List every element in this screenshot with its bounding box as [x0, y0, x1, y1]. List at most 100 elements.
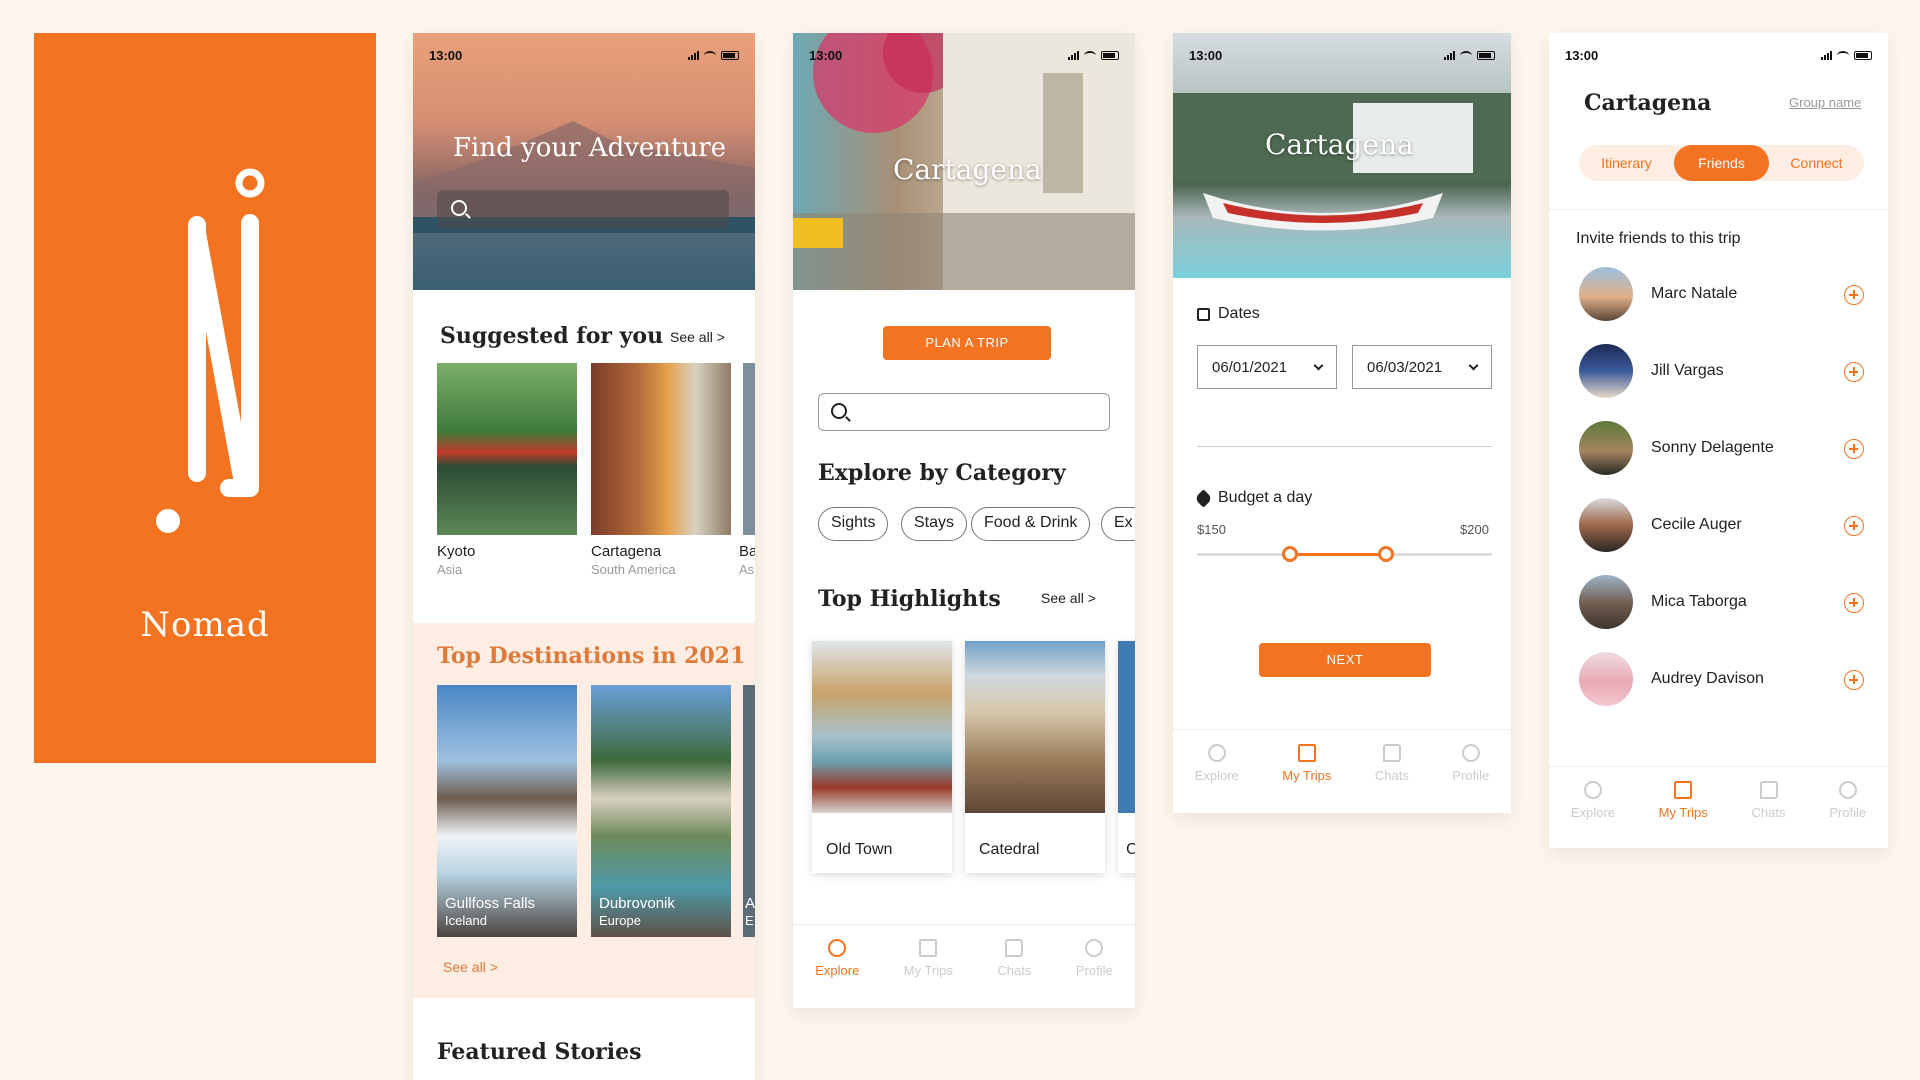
- next-button[interactable]: NEXT: [1259, 643, 1431, 677]
- top-destinations-title: Top Destinations in 2021: [437, 643, 746, 669]
- status-bar: 13:00: [413, 33, 755, 63]
- logo-card: Nomad: [34, 33, 376, 763]
- tab-label: Explore: [1194, 768, 1239, 783]
- suggested-title: Suggested for you: [440, 323, 664, 349]
- battery-icon: [1477, 50, 1495, 60]
- plan-trip-button[interactable]: PLAN A TRIP: [883, 326, 1051, 360]
- suggested-region: South America: [591, 562, 676, 577]
- tab-friends[interactable]: Friends: [1674, 145, 1769, 181]
- tab-label: My Trips: [903, 963, 953, 978]
- tab-explore[interactable]: Explore: [1195, 730, 1239, 813]
- add-friend-icon[interactable]: [1844, 670, 1864, 690]
- avatar: [1579, 575, 1633, 629]
- tab-chats[interactable]: Chats: [1752, 767, 1786, 848]
- date-from-select[interactable]: 06/01/2021: [1197, 345, 1337, 389]
- tab-explore[interactable]: Explore: [815, 925, 859, 1008]
- chip-stays[interactable]: Stays: [901, 507, 968, 541]
- tab-my-trips[interactable]: My Trips: [1659, 767, 1708, 848]
- see-all-suggested[interactable]: See all >: [670, 329, 725, 345]
- status-icons: [1821, 50, 1872, 60]
- wifi-icon: [1460, 50, 1472, 60]
- status-bar: 13:00: [793, 33, 1135, 63]
- highlight-label: Old Town: [826, 841, 893, 858]
- chip-food-drink[interactable]: Food & Drink: [971, 507, 1091, 541]
- tab-my-trips[interactable]: My Trips: [904, 925, 953, 1008]
- calendar-icon: [1197, 307, 1210, 321]
- add-friend-icon[interactable]: [1844, 516, 1864, 536]
- top-region: E: [745, 913, 754, 928]
- tab-label: Chats: [997, 963, 1032, 978]
- tab-chats[interactable]: Chats: [1375, 730, 1409, 813]
- budget-slider-min-handle[interactable]: [1282, 546, 1298, 562]
- dubrovnik-image[interactable]: Dubrovonik Europe: [591, 685, 731, 937]
- tab-label: My Trips: [1658, 805, 1708, 820]
- see-all-highlights[interactable]: See all >: [1041, 590, 1096, 606]
- date-to-select[interactable]: 06/03/2021: [1352, 345, 1492, 389]
- wifi-icon: [704, 50, 716, 60]
- invite-title: Invite friends to this trip: [1576, 230, 1741, 247]
- friend-row: Mica Taborga: [1579, 575, 1864, 629]
- tab-label: Profile: [1452, 768, 1490, 783]
- tab-connect[interactable]: Connect: [1769, 145, 1864, 181]
- status-bar: 13:00: [1549, 33, 1888, 63]
- tab-explore[interactable]: Explore: [1571, 767, 1615, 848]
- kyoto-image[interactable]: [437, 363, 577, 535]
- cartagena-image[interactable]: [591, 363, 731, 535]
- status-icons: [1068, 50, 1119, 60]
- status-icons: [688, 50, 739, 60]
- tab-profile[interactable]: Profile: [1829, 767, 1866, 848]
- featured-title: Featured Stories: [437, 1039, 642, 1065]
- add-friend-icon[interactable]: [1844, 593, 1864, 613]
- tab-itinerary[interactable]: Itinerary: [1579, 145, 1674, 181]
- explore-category-title: Explore by Category: [818, 460, 1066, 486]
- third-suggested-image[interactable]: [743, 363, 755, 535]
- divider: [1549, 209, 1888, 210]
- friend-name: Mica Taborga: [1651, 593, 1747, 610]
- friend-row: Cecile Auger: [1579, 498, 1864, 552]
- hero-city-title: Cartagena: [893, 153, 1042, 186]
- friend-name: Jill Vargas: [1651, 362, 1724, 379]
- tab-my-trips[interactable]: My Trips: [1282, 730, 1331, 813]
- chip-more[interactable]: Ex: [1101, 507, 1135, 541]
- profile-icon: [1461, 744, 1480, 762]
- highlight-card[interactable]: Catedral: [965, 641, 1105, 873]
- suggested-region: Asia: [437, 562, 463, 577]
- status-time: 13:00: [809, 47, 843, 63]
- tab-label: Chats: [1374, 768, 1409, 783]
- highlight-card[interactable]: Old Town: [812, 641, 952, 873]
- chip-sights[interactable]: Sights: [818, 507, 889, 541]
- signal-icon: [688, 50, 699, 60]
- highlight-card[interactable]: C: [1118, 641, 1135, 873]
- chat-icon: [1005, 939, 1024, 957]
- map-icon: [1674, 781, 1693, 799]
- gullfoss-image[interactable]: Gullfoss Falls Iceland: [437, 685, 577, 937]
- budget-min: $150: [1197, 522, 1226, 537]
- status-bar: 13:00: [1173, 33, 1511, 63]
- signal-icon: [1068, 50, 1079, 60]
- dates-label: Dates: [1218, 305, 1260, 322]
- tab-profile[interactable]: Profile: [1452, 730, 1489, 813]
- tab-label: Explore: [1570, 805, 1615, 820]
- friend-name: Audrey Davison: [1651, 670, 1764, 687]
- add-friend-icon[interactable]: [1844, 439, 1864, 459]
- tab-bar: Explore My Trips Chats Profile: [1173, 729, 1511, 813]
- avatar: [1579, 344, 1633, 398]
- map-icon: [1297, 744, 1316, 762]
- budget-slider-max-handle[interactable]: [1378, 546, 1394, 562]
- chat-icon: [1759, 781, 1778, 799]
- group-name-link[interactable]: Group name: [1789, 95, 1861, 110]
- see-all-top[interactable]: See all >: [443, 959, 498, 975]
- brand-name: Nomad: [140, 605, 270, 645]
- search-input[interactable]: [818, 393, 1110, 431]
- budget-section: Budget a day: [1194, 488, 1312, 508]
- avatar: [1579, 267, 1633, 321]
- tab-chats[interactable]: Chats: [997, 925, 1031, 1008]
- third-top-image[interactable]: A E: [743, 685, 755, 937]
- tab-profile[interactable]: Profile: [1076, 925, 1113, 1008]
- add-friend-icon[interactable]: [1844, 285, 1864, 305]
- signal-icon: [1444, 50, 1455, 60]
- add-friend-icon[interactable]: [1844, 362, 1864, 382]
- budget-slider-range: [1290, 553, 1386, 556]
- search-input[interactable]: [437, 190, 729, 228]
- friends-screen: 13:00 Cartagena Group name Itinerary Fri…: [1549, 33, 1888, 848]
